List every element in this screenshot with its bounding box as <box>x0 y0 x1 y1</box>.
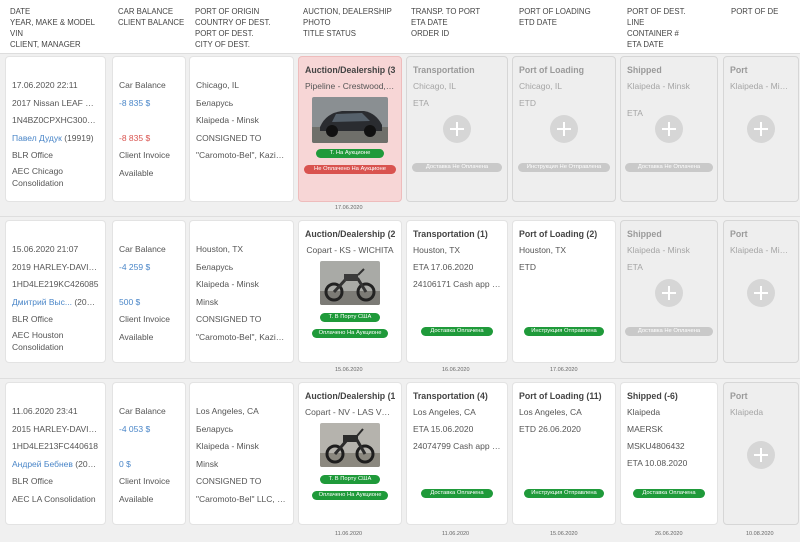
car-photo-icon <box>312 97 388 143</box>
vehicle-link[interactable]: 2015 HARLEY-DAVIDSO... <box>12 421 99 439</box>
transport-card[interactable]: Transportation (4) Los Angeles, CA ETA 1… <box>406 382 508 525</box>
transport-card[interactable]: Transportation Chicago, IL ETA Доставка … <box>406 56 508 202</box>
shipping-status-badge: Доставка Не Оплачена <box>625 327 713 336</box>
shipping-status-badge: Доставка Не Оплачена <box>625 163 713 172</box>
header-col-dest[interactable]: PORT OF DEST. LINE CONTAINER # ETA DATE <box>627 6 722 50</box>
auction-card[interactable]: Auction/Dealership (2) Copart - KS - WIC… <box>298 220 402 363</box>
shipping-status-badge: Доставка Оплачена <box>633 489 705 498</box>
row-divider <box>0 216 800 217</box>
loading-card[interactable]: Port of Loading (11) Los Angeles, CA ETD… <box>512 382 616 525</box>
car-balance-value[interactable]: -8 835 $ <box>119 95 179 113</box>
vehicle-photo[interactable] <box>320 423 380 467</box>
motorcycle-photo-icon <box>320 423 380 467</box>
port-card[interactable]: Port Klaipeda - Minsk <box>723 220 799 363</box>
port-card[interactable]: Port Klaipeda - Minsk <box>723 56 799 202</box>
shipped-card[interactable]: Shipped (-6) Klaipeda MAERSK MSKU4806432… <box>620 382 718 525</box>
title-status-badge: Т. В Порту США <box>320 475 380 484</box>
car-balance-value[interactable]: -4 053 $ <box>119 421 179 439</box>
loading-card[interactable]: Port of Loading (2) Houston, TX ETD Инст… <box>512 220 616 363</box>
vehicle-info-card: 17.06.2020 22:11 2017 Nissan LEAF SV F..… <box>5 56 106 202</box>
delivery-status-badge: Доставка Оплачена <box>421 327 493 336</box>
table-row[interactable]: 11.06.2020 23:41 2015 HARLEY-DAVIDSO... … <box>0 382 800 542</box>
title-status-badge: Т. На Аукционе <box>316 149 384 158</box>
add-loading-icon[interactable] <box>550 115 578 143</box>
vehicle-link[interactable]: 2017 Nissan LEAF SV F... <box>12 95 99 113</box>
delivery-status-badge: Доставка Не Оплачена <box>412 163 502 172</box>
title-status-badge: Т. В Порту США <box>320 313 380 322</box>
transport-card[interactable]: Transportation (1) Houston, TX ETA 17.06… <box>406 220 508 363</box>
add-port-icon[interactable] <box>747 115 775 143</box>
header-col-vehicle[interactable]: DATE YEAR, MAKE & MODEL VIN CLIENT, MANA… <box>10 6 110 50</box>
car-photo[interactable] <box>312 97 388 143</box>
vehicle-info-card: 11.06.2020 23:41 2015 HARLEY-DAVIDSO... … <box>5 382 106 525</box>
client-link[interactable]: Андрей Бебнев <box>12 459 73 469</box>
delivery-status-badge: Доставка Оплачена <box>421 489 493 498</box>
port-card[interactable]: Port Klaipeda <box>723 382 799 525</box>
header-col-balance[interactable]: CAR BALANCE CLIENT BALANCE <box>118 6 193 28</box>
car-balance-value[interactable]: -4 259 $ <box>119 259 179 277</box>
add-shipped-icon[interactable] <box>655 279 683 307</box>
payment-status-badge: Оплачено На Аукционе <box>312 329 388 338</box>
motorcycle-photo-icon <box>320 261 380 305</box>
add-transport-icon[interactable] <box>443 115 471 143</box>
vehicle-link[interactable]: 2019 HARLEY-DAVIDSO... <box>12 259 99 277</box>
instruction-status-badge: Инструкция Отправлена <box>524 327 604 336</box>
payment-status-badge: Не Оплачено На Аукционе <box>304 165 396 174</box>
origin-card: Chicago, IL Беларусь Klaipeda - Minsk CO… <box>189 56 294 202</box>
instruction-status-badge: Инструкция Не Отправлена <box>518 163 610 172</box>
header-col-origin[interactable]: PORT OF ORIGIN COUNTRY OF DEST. PORT OF … <box>195 6 295 50</box>
header-col-transport[interactable]: TRANSP. TO PORT ETA DATE ORDER ID <box>411 6 511 39</box>
origin-card: Los Angeles, CA Беларусь Klaipeda - Mins… <box>189 382 294 525</box>
vehicle-photo[interactable] <box>320 261 380 305</box>
table-row[interactable]: 17.06.2020 22:11 2017 Nissan LEAF SV F..… <box>0 56 800 216</box>
client-link[interactable]: Дмитрий Выс... <box>12 297 72 307</box>
origin-card: Houston, TX Беларусь Klaipeda - Minsk Mi… <box>189 220 294 363</box>
auction-card[interactable]: Auction/Dealership (3) Pipeline - Crestw… <box>298 56 402 202</box>
auction-card[interactable]: Auction/Dealership (1) Copart - NV - LAS… <box>298 382 402 525</box>
table-header: DATE YEAR, MAKE & MODEL VIN CLIENT, MANA… <box>0 0 800 54</box>
instruction-status-badge: Инструкция Отправлена <box>524 489 604 498</box>
header-col-port[interactable]: PORT OF DE <box>731 6 800 17</box>
balance-card: Car Balance -8 835 $ -8 835 $ Client Inv… <box>112 56 186 202</box>
add-port-icon[interactable] <box>747 279 775 307</box>
header-col-auction[interactable]: AUCTION, DEALERSHIP PHOTO TITLE STATUS <box>303 6 408 39</box>
payment-status-badge: Оплачено На Аукционе <box>312 491 388 500</box>
loading-card[interactable]: Port of Loading Chicago, IL ETD Инструкц… <box>512 56 616 202</box>
balance-card: Car Balance -4 053 $ 0 $ Client Invoice … <box>112 382 186 525</box>
table-row[interactable]: 15.06.2020 21:07 2019 HARLEY-DAVIDSO... … <box>0 220 800 380</box>
add-port-icon[interactable] <box>747 441 775 469</box>
add-shipped-icon[interactable] <box>655 115 683 143</box>
shipped-card[interactable]: Shipped Klaipeda - Minsk ETA Доставка Не… <box>620 56 718 202</box>
balance-card: Car Balance -4 259 $ 500 $ Client Invoic… <box>112 220 186 363</box>
vehicle-info-card: 15.06.2020 21:07 2019 HARLEY-DAVIDSO... … <box>5 220 106 363</box>
shipped-card[interactable]: Shipped Klaipeda - Minsk ETA Доставка Не… <box>620 220 718 363</box>
client-link[interactable]: Павел Дудук <box>12 133 62 143</box>
header-col-loading[interactable]: PORT OF LOADING ETD DATE <box>519 6 619 28</box>
row-divider <box>0 378 800 379</box>
